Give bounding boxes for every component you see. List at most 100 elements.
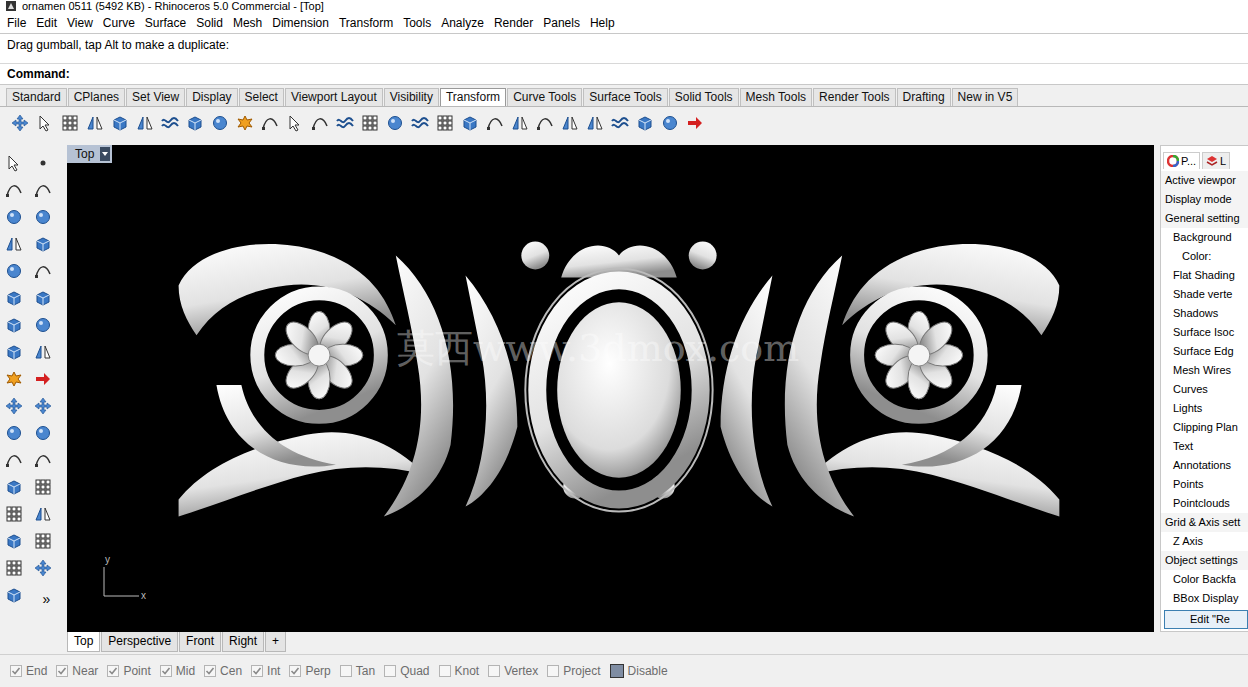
osnap-checkbox[interactable] [547,665,559,677]
tool-icon[interactable] [4,585,24,605]
osnap-option[interactable]: Knot [439,663,480,679]
menu-item[interactable]: File [2,14,31,32]
toolbar-tab[interactable]: Viewport Layout [285,88,383,106]
menu-item[interactable]: Curve [98,14,140,32]
panel-item[interactable]: Mesh Wires [1161,361,1248,380]
osnap-option[interactable]: Tan [340,663,375,679]
tool-icon[interactable] [4,531,24,551]
osnap-checkbox[interactable] [384,665,396,677]
tool-icon[interactable] [33,207,53,227]
command-input[interactable] [74,66,1248,82]
osnap-checkbox[interactable] [289,665,301,677]
menu-item[interactable]: Tools [398,14,436,32]
toolbar-tab[interactable]: Visibility [384,88,439,106]
menu-item[interactable]: Surface [140,14,191,32]
menu-item[interactable]: Render [489,14,538,32]
tool-icon[interactable] [4,342,24,362]
toolbar-tab[interactable]: Display [186,88,237,106]
tool-icon[interactable] [4,288,24,308]
panel-item[interactable]: Clipping Plan [1161,418,1248,437]
tool-icon[interactable] [635,113,655,133]
osnap-option[interactable]: Cen [204,663,242,679]
osnap-option[interactable]: End [10,663,47,679]
tool-icon[interactable] [33,153,53,173]
tool-icon[interactable] [235,113,255,133]
tool-icon[interactable] [260,113,280,133]
tool-icon[interactable] [285,113,305,133]
tool-icon[interactable] [485,113,505,133]
tool-icon[interactable] [10,113,30,133]
tool-icon[interactable] [33,288,53,308]
osnap-option[interactable]: Disable [610,663,668,679]
tool-icon[interactable] [610,113,630,133]
tool-icon[interactable] [360,113,380,133]
toolbar-tab[interactable]: New in V5 [952,88,1019,106]
tool-icon[interactable] [210,113,230,133]
toolbar-tab[interactable]: Curve Tools [507,88,582,106]
top-viewport[interactable]: Top莫西www.3dmox.comyx [67,145,1154,632]
panel-item[interactable]: Background [1161,228,1248,247]
toolbar-tab[interactable]: CPlanes [68,88,125,106]
panel-item[interactable]: Object settings [1161,551,1248,570]
osnap-option[interactable]: Perp [289,663,330,679]
tool-icon[interactable] [435,113,455,133]
tool-icon[interactable] [585,113,605,133]
panel-item[interactable]: Surface Isoc [1161,323,1248,342]
tool-icon[interactable] [33,450,53,470]
tool-icon[interactable] [4,450,24,470]
panel-item[interactable]: General setting [1161,209,1248,228]
osnap-checkbox[interactable] [107,665,119,677]
panel-item[interactable]: Color: [1161,247,1248,266]
toolbar-tab[interactable]: Select [239,88,284,106]
osnap-checkbox[interactable] [488,665,500,677]
osnap-option[interactable]: Vertex [488,663,538,679]
panel-item[interactable]: Surface Edg [1161,342,1248,361]
tool-icon[interactable] [535,113,555,133]
osnap-option[interactable]: Project [547,663,600,679]
tool-icon[interactable] [60,113,80,133]
osnap-option[interactable]: Point [107,663,150,679]
panel-item[interactable]: Text [1161,437,1248,456]
tool-icon[interactable] [33,369,53,389]
panel-item[interactable]: Lights [1161,399,1248,418]
toolbar-tab[interactable]: Mesh Tools [740,88,812,106]
menu-item[interactable]: Dimension [267,14,334,32]
panel-tab[interactable]: P... [1163,152,1200,169]
viewport-tab[interactable]: Perspective [101,632,178,652]
viewport-tab[interactable]: Front [179,632,221,652]
osnap-checkbox[interactable] [340,665,352,677]
osnap-option[interactable]: Quad [384,663,429,679]
tool-icon[interactable] [4,153,24,173]
tool-icon[interactable] [160,113,180,133]
toolbar-tab[interactable]: Set View [126,88,185,106]
tool-icon[interactable] [4,261,24,281]
panel-item[interactable]: Active viewpor [1161,171,1248,190]
tool-icon[interactable] [410,113,430,133]
panel-item[interactable]: Grid & Axis sett [1161,513,1248,532]
tool-icon[interactable] [135,113,155,133]
tool-icon[interactable] [335,113,355,133]
tool-icon[interactable] [33,558,53,578]
tool-icon[interactable] [33,477,53,497]
osnap-option[interactable]: Int [251,663,280,679]
panel-item[interactable]: Z Axis [1161,532,1248,551]
panel-tab[interactable]: L [1202,152,1230,169]
tool-icon[interactable] [33,261,53,281]
panel-item[interactable]: Display mode [1161,190,1248,209]
menu-item[interactable]: View [62,14,98,32]
osnap-checkbox[interactable] [160,665,172,677]
tool-icon[interactable] [4,558,24,578]
osnap-checkbox[interactable] [439,665,451,677]
panel-item[interactable]: Flat Shading [1161,266,1248,285]
osnap-option[interactable]: Mid [160,663,195,679]
menu-item[interactable]: Transform [334,14,398,32]
tool-icon[interactable] [33,342,53,362]
panel-item[interactable]: Shadows [1161,304,1248,323]
menu-item[interactable]: Edit [31,14,62,32]
tool-icon[interactable] [4,369,24,389]
menu-item[interactable]: Panels [538,14,585,32]
toolbar-tab[interactable]: Render Tools [813,88,896,106]
osnap-checkbox[interactable] [251,665,263,677]
tool-icon[interactable] [4,504,24,524]
toolbar-tab[interactable]: Drafting [897,88,951,106]
